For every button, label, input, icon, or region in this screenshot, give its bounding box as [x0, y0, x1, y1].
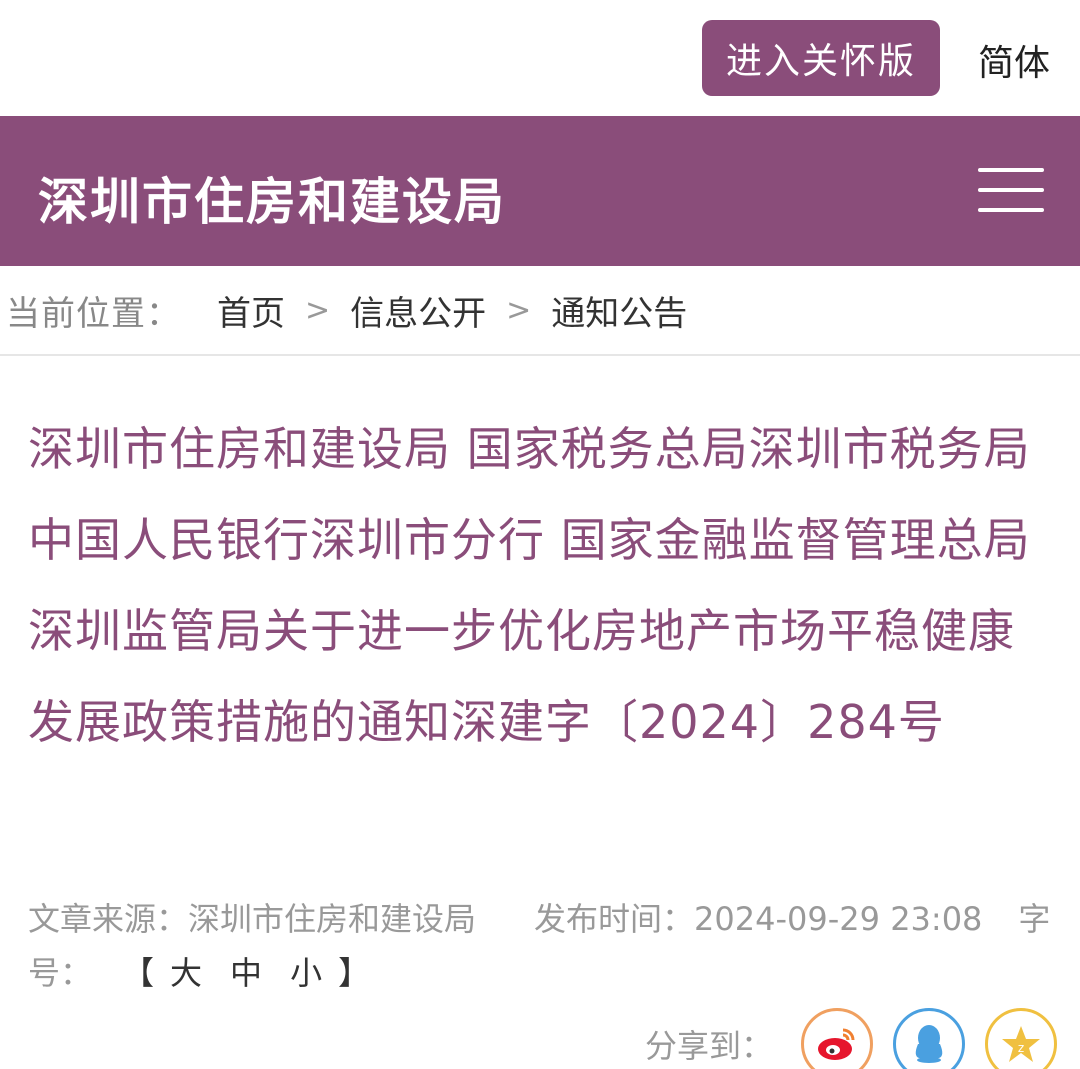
hamburger-menu-icon[interactable] — [978, 166, 1044, 216]
breadcrumb: 当前位置： 首页 > 信息公开 > 通知公告 — [0, 266, 1080, 356]
font-size-controls: 【大中小】 — [122, 954, 374, 992]
qzone-share-icon[interactable]: z — [985, 1008, 1058, 1069]
breadcrumb-separator: > — [305, 292, 331, 328]
breadcrumb-home-link[interactable]: 首页 — [217, 286, 285, 335]
font-size-bracket-open: 【 — [122, 954, 159, 992]
breadcrumb-prefix: 当前位置： — [6, 293, 181, 334]
language-switch-link[interactable]: 简体 — [978, 34, 1050, 86]
breadcrumb-info-link[interactable]: 信息公开 — [350, 286, 486, 335]
care-mode-button[interactable]: 进入关怀版 — [702, 20, 940, 96]
breadcrumb-notice-link[interactable]: 通知公告 — [551, 286, 687, 335]
weibo-share-icon[interactable] — [801, 1008, 874, 1069]
breadcrumb-separator: > — [506, 292, 532, 328]
share-label: 分享到： — [645, 1027, 774, 1065]
article-meta: 文章来源：深圳市住房和建设局 发布时间：2024-09-29 23:08 字号：【大… — [28, 892, 1052, 1000]
svg-text:z: z — [1018, 1041, 1024, 1055]
font-size-large-button[interactable]: 大 — [170, 946, 206, 1000]
publish-label: 发布时间： — [534, 900, 695, 938]
site-title[interactable]: 深圳市住房和建设局 — [38, 162, 506, 234]
source-value: 深圳市住房和建设局 — [188, 900, 477, 938]
font-size-medium-button[interactable]: 中 — [230, 946, 266, 1000]
publish-time: 2024-09-29 23:08 — [694, 900, 983, 938]
article-title: 深圳市住房和建设局 国家税务总局深圳市税务局 中国人民银行深圳市分行 国家金融监… — [28, 422, 1031, 749]
qq-share-icon[interactable] — [893, 1008, 966, 1069]
source-label: 文章来源： — [28, 900, 189, 938]
font-size-bracket-close: 】 — [338, 954, 375, 992]
font-size-small-button[interactable]: 小 — [290, 946, 326, 1000]
share-bar: 分享到： z — [645, 1008, 1077, 1069]
top-bar: 进入关怀版 简体 — [0, 0, 1080, 116]
site-header: 深圳市住房和建设局 — [0, 116, 1080, 266]
